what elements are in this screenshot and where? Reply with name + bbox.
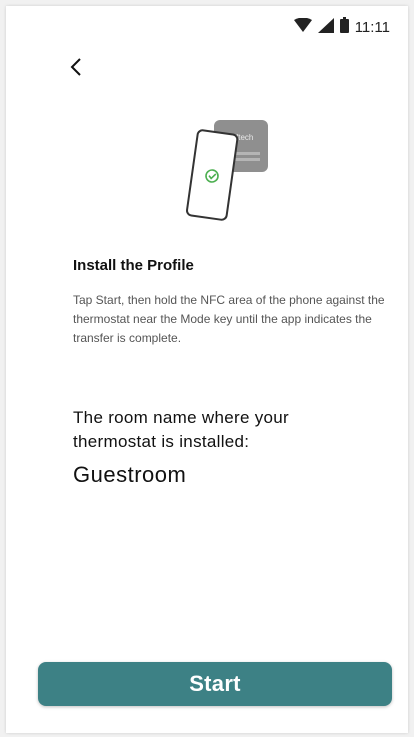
start-button[interactable]: Start [38,662,392,706]
battery-icon [339,17,349,37]
chevron-left-icon [70,57,82,81]
back-button[interactable] [62,54,90,84]
room-name-value: Guestroom [73,462,187,487]
wifi-icon [293,17,312,36]
phone-shape [185,129,239,221]
status-bar: 11:11 [293,16,390,38]
app-screen: 11:11 ftech Install the Profile Tap Star… [6,6,408,733]
device-label: ftech [236,133,253,142]
status-time: 11:11 [354,18,390,36]
page-title: Install the Profile [73,257,194,274]
signal-icon [317,17,334,37]
nfc-illustration: ftech [184,116,274,226]
room-name-label: The room name where your thermostat is i… [73,408,290,451]
instructions-text: Tap Start, then hold the NFC area of the… [73,293,385,345]
